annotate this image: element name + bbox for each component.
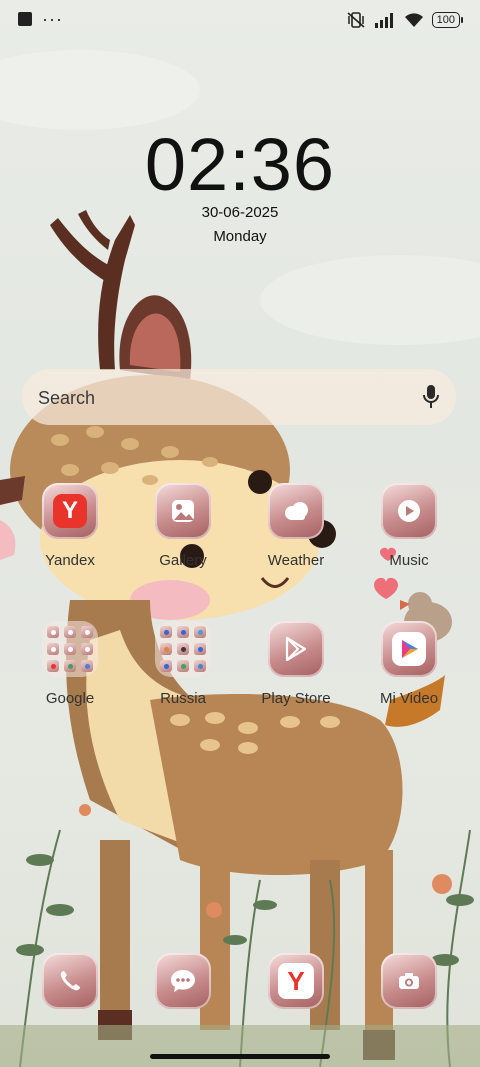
vibrate-off-icon <box>347 12 365 28</box>
mic-icon[interactable] <box>422 383 440 411</box>
app-mi-video[interactable]: Mi Video <box>354 621 464 707</box>
app-label: Music <box>389 552 429 569</box>
app-label: Mi Video <box>379 690 439 707</box>
dock-yandex-browser[interactable]: Y <box>241 953 351 1009</box>
search-placeholder: Search <box>38 388 96 408</box>
clock-time[interactable]: 02:36 <box>0 122 480 207</box>
overflow-notifications: ··· <box>42 9 63 29</box>
search-bar[interactable]: Search <box>22 369 456 425</box>
app-music[interactable]: Music <box>354 483 464 569</box>
app-label: Play Store <box>261 690 331 707</box>
folder-icon[interactable] <box>155 621 211 677</box>
folder-label: Russia <box>160 690 206 707</box>
home-indicator[interactable] <box>150 1054 330 1059</box>
play-icon[interactable] <box>381 483 437 539</box>
mi-video-icon[interactable] <box>381 621 437 677</box>
clock-day: Monday <box>213 228 267 245</box>
dock-phone[interactable] <box>15 953 125 1009</box>
yandex-icon[interactable]: Y <box>42 483 98 539</box>
status-bar: ··· 100 <box>0 0 480 42</box>
play-store-icon[interactable] <box>268 621 324 677</box>
cloud-icon[interactable] <box>268 483 324 539</box>
battery-indicator: 100 <box>431 12 464 28</box>
camera-icon[interactable] <box>381 953 437 1009</box>
folder-label: Google <box>45 690 95 707</box>
dock-camera[interactable] <box>354 953 464 1009</box>
app-yandex[interactable]: Y Yandex <box>15 483 125 569</box>
app-weather[interactable]: Weather <box>241 483 351 569</box>
app-label: Weather <box>267 552 325 569</box>
clock-date: 30-06-2025 <box>201 204 279 221</box>
signal-icon <box>374 13 393 28</box>
app-label: Yandex <box>45 552 95 569</box>
app-label: Gallery <box>159 552 207 569</box>
folder-icon[interactable] <box>42 621 98 677</box>
yandex-browser-icon[interactable]: Y <box>268 953 324 1009</box>
gallery-icon[interactable] <box>155 483 211 539</box>
app-play-store[interactable]: Play Store <box>241 621 351 707</box>
square-notification-icon <box>18 12 32 26</box>
app-gallery[interactable]: Gallery <box>128 483 238 569</box>
dock-messages[interactable] <box>128 953 238 1009</box>
wifi-icon <box>404 13 423 27</box>
phone-icon[interactable] <box>42 953 98 1009</box>
messages-icon[interactable] <box>155 953 211 1009</box>
folder-russia[interactable]: Russia <box>128 621 238 707</box>
folder-google[interactable]: Google <box>15 621 125 707</box>
